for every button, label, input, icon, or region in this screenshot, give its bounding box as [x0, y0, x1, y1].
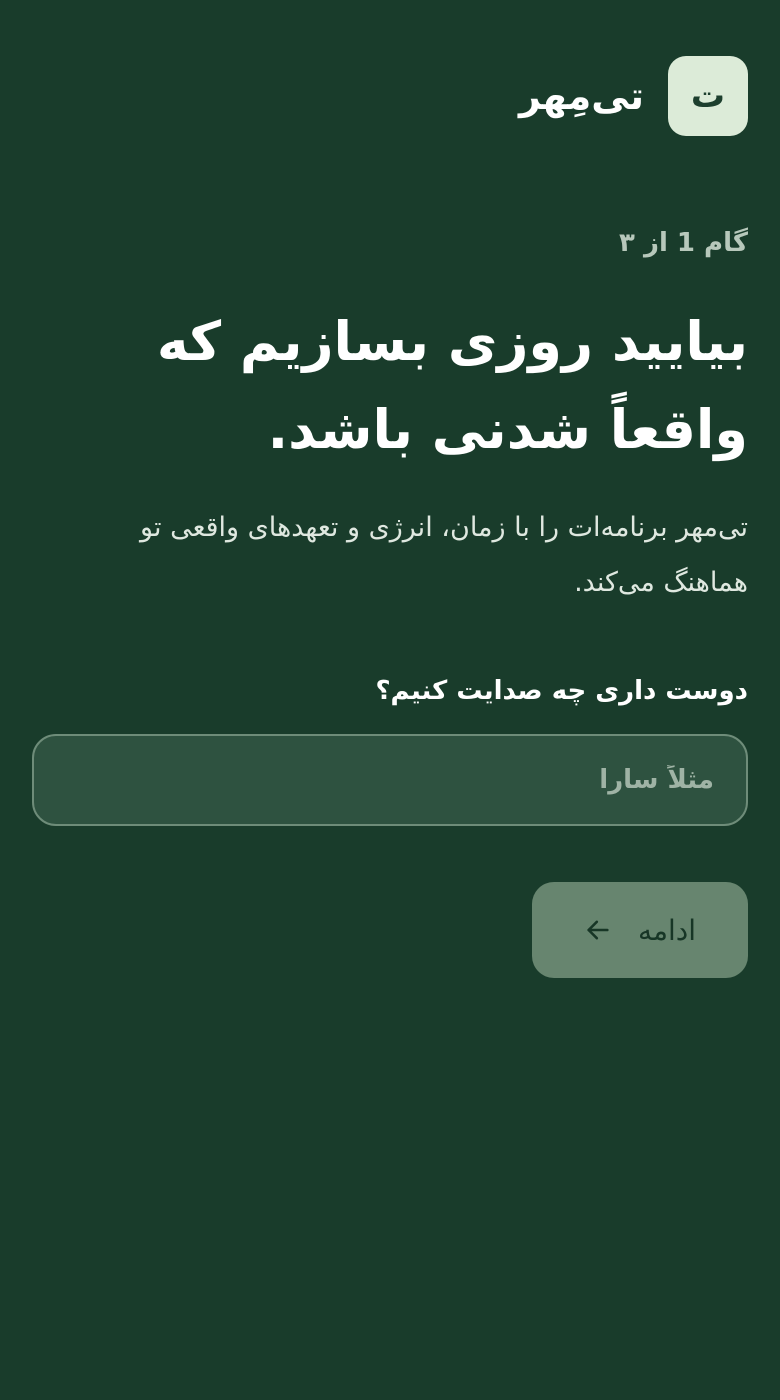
arrow-left-icon	[584, 916, 612, 944]
name-field-label: دوست داری چه صدایت کنیم؟	[375, 676, 748, 706]
page-description: تی‌مهر برنامه‌ات را با زمان، انرژی و تعه…	[140, 512, 748, 598]
name-input[interactable]	[32, 734, 748, 826]
continue-button-label: ادامه	[637, 913, 697, 947]
app-header: ت تی‌مِهر	[519, 56, 748, 136]
continue-button[interactable]: ادامه	[532, 882, 748, 978]
app-name: تی‌مِهر	[519, 74, 644, 118]
step-indicator: گام 1 از ۳	[619, 228, 748, 258]
page-title: بیایید روزی بسازیم که واقعاً شدنی باشد.	[156, 310, 748, 461]
app-logo: ت	[668, 56, 748, 136]
onboarding-screen: ت تی‌مِهر گام 1 از ۳ بیایید روزی بسازیم …	[0, 0, 780, 1400]
logo-letter: ت	[690, 76, 726, 116]
